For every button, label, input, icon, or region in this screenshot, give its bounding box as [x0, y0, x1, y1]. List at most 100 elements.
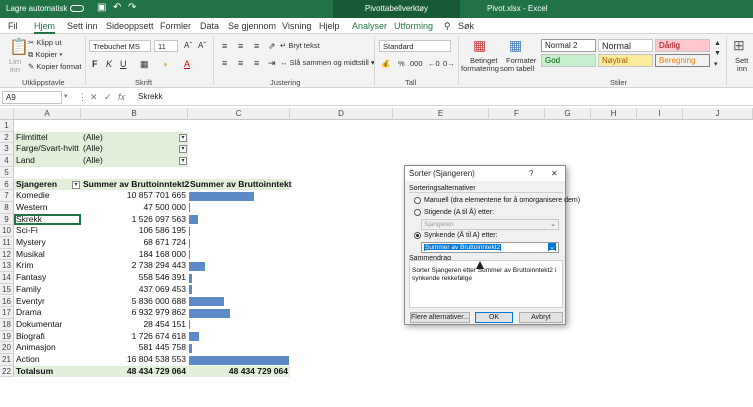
undo-icon[interactable]: ↶ — [113, 2, 121, 13]
row-header[interactable]: 11 — [0, 237, 14, 249]
align-right-icon[interactable]: ≡ — [254, 58, 259, 68]
more-options-button[interactable]: Flere alternativer... — [410, 312, 470, 323]
pivot-row-label[interactable]: Drama — [16, 307, 42, 319]
row-header[interactable]: 22 — [0, 365, 14, 378]
pivot-row-label[interactable]: Family — [16, 284, 41, 296]
autosave-toggle[interactable] — [70, 5, 85, 13]
enter-formula-icon[interactable]: ✓ — [104, 92, 112, 103]
row-header[interactable]: 4 — [0, 155, 14, 167]
row-header[interactable]: 7 — [0, 190, 14, 202]
row-header[interactable]: 19 — [0, 330, 14, 343]
pivot-row-value[interactable]: 581 445 758 — [81, 342, 186, 354]
tab-view[interactable]: Visning — [282, 21, 311, 31]
column-header[interactable]: I — [637, 108, 683, 120]
ascending-label[interactable]: Stigende (A til Å) etter: — [424, 209, 494, 216]
increase-decimal-icon[interactable]: ←0 — [428, 59, 440, 68]
row-header[interactable]: 16 — [0, 295, 14, 308]
column-header[interactable]: A — [14, 108, 81, 120]
cancel-button[interactable]: Avbryt — [519, 312, 563, 323]
manual-label[interactable]: Manuell (dra elementene for å omorganise… — [424, 197, 580, 204]
filter-dropdown-icon[interactable]: ▾ — [179, 145, 187, 154]
decrease-decimal-icon[interactable]: 0→ — [443, 59, 455, 68]
row-header[interactable]: 21 — [0, 354, 14, 366]
row-header[interactable]: 8 — [0, 201, 14, 214]
pivot-row-value[interactable]: 1 726 674 618 — [81, 331, 186, 343]
column-header[interactable]: H — [591, 108, 637, 120]
align-top-icon[interactable]: ≡ — [222, 41, 227, 51]
row-header[interactable]: 1 — [0, 120, 14, 132]
pivot-row-value[interactable]: 16 804 538 553 — [81, 354, 186, 366]
row-header[interactable]: 6 — [0, 178, 14, 191]
style-good[interactable]: God — [541, 54, 596, 67]
italic-button[interactable]: K — [106, 59, 112, 69]
style-calculation[interactable]: Beregning — [655, 54, 710, 67]
tab-review[interactable]: Se gjennom — [228, 21, 276, 31]
redo-icon[interactable]: ↷ — [128, 2, 136, 13]
row-header[interactable]: 10 — [0, 225, 14, 237]
pivot-row-value[interactable]: 184 168 000 — [81, 249, 186, 261]
font-name-select[interactable]: Trebuchet MS — [89, 40, 151, 52]
pivot-row-label[interactable]: Komedie — [16, 190, 50, 202]
insert-cells-button-line2[interactable]: inn — [737, 64, 747, 73]
formula-input[interactable]: Skrekk — [138, 92, 162, 101]
wrap-text-button[interactable]: ↵ Bryt tekst — [280, 41, 320, 50]
tab-help[interactable]: Hjelp — [319, 21, 340, 31]
format-as-table-icon[interactable]: ▦ — [509, 37, 522, 54]
align-middle-icon[interactable]: ≡ — [238, 41, 243, 51]
pivot-row-value[interactable]: 28 454 151 — [81, 319, 186, 331]
insert-function-button[interactable]: fx — [118, 92, 125, 102]
name-box[interactable]: A9 — [2, 91, 62, 104]
pivot-row-value[interactable]: 558 546 391 — [81, 272, 186, 284]
selected-cell[interactable] — [14, 213, 81, 226]
pivot-row-value[interactable]: 2 738 294 443 — [81, 260, 186, 272]
pivot-row-value[interactable]: 106 586 195 — [81, 225, 186, 237]
descending-label[interactable]: Synkende (Å til A) etter: — [424, 232, 498, 239]
column-header[interactable]: G — [545, 108, 591, 120]
orientation-icon[interactable]: ⇗ — [268, 41, 276, 52]
pivot-row-label[interactable]: Fantasy — [16, 272, 46, 284]
row-header[interactable]: 18 — [0, 318, 14, 331]
descending-field-select[interactable]: Summer av Bruttoinntekt2 ⌄ — [421, 242, 559, 253]
filter-dropdown-icon[interactable]: ▾ — [179, 133, 187, 142]
column-header[interactable]: B — [81, 108, 188, 120]
bold-button[interactable]: F — [92, 59, 98, 69]
search-icon[interactable]: ⚲ — [444, 21, 451, 32]
font-size-select[interactable]: 11 — [154, 40, 178, 52]
tab-insert[interactable]: Sett inn — [67, 21, 98, 31]
grow-font-icon[interactable]: Aˆ — [184, 41, 192, 50]
column-header[interactable]: D — [290, 108, 393, 120]
row-header[interactable]: 3 — [0, 143, 14, 156]
column-header[interactable]: E — [393, 108, 489, 120]
namebox-dropdown-icon[interactable]: ▾ — [64, 92, 68, 100]
tab-analyze[interactable]: Analyser — [352, 21, 387, 31]
pivot-row-label[interactable]: Krim — [16, 260, 33, 272]
merge-center-button[interactable]: ↔ Slå sammen og midtstill ▾ — [280, 58, 375, 67]
pivot-row-label[interactable]: Biografi — [16, 331, 45, 343]
filter-dropdown-icon[interactable]: ▾ — [179, 157, 187, 166]
tab-file[interactable]: Fil — [8, 21, 18, 31]
pivot-row-value[interactable]: 47 500 000 — [81, 202, 186, 214]
column-header[interactable]: J — [683, 108, 753, 120]
save-icon[interactable]: ▣ — [97, 2, 106, 13]
dialog-help-button[interactable]: ? — [529, 169, 533, 178]
thousands-button[interactable]: 000 — [410, 59, 423, 68]
manual-radio[interactable] — [414, 197, 421, 204]
cut-button[interactable]: ✂ Klipp ut — [28, 38, 61, 47]
tab-formulas[interactable]: Formler — [160, 21, 191, 31]
number-format-select[interactable]: Standard — [379, 40, 451, 52]
style-bad[interactable]: Dårlig — [655, 39, 710, 52]
descending-radio[interactable] — [414, 232, 421, 239]
row-header[interactable]: 9 — [0, 213, 14, 226]
cancel-formula-icon[interactable]: ✕ — [90, 92, 98, 103]
style-normal[interactable]: Normal — [598, 39, 653, 52]
ok-button[interactable]: OK — [475, 312, 513, 323]
conditional-format-icon[interactable]: ▦ — [473, 37, 486, 54]
genre-filter-dropdown-icon[interactable]: ▾ — [72, 180, 80, 189]
select-all-corner[interactable] — [0, 108, 14, 120]
pivot-row-label[interactable]: Eventyr — [16, 296, 45, 308]
styles-scroll-up-icon[interactable]: ▲ — [714, 40, 721, 47]
align-center-icon[interactable]: ≡ — [238, 58, 243, 68]
styles-more-icon[interactable]: ▾ — [714, 60, 718, 68]
pivot-header-sum2[interactable]: Summer av Bruttoinntekt2 — [83, 179, 189, 191]
borders-icon[interactable]: ▦ — [140, 59, 149, 70]
